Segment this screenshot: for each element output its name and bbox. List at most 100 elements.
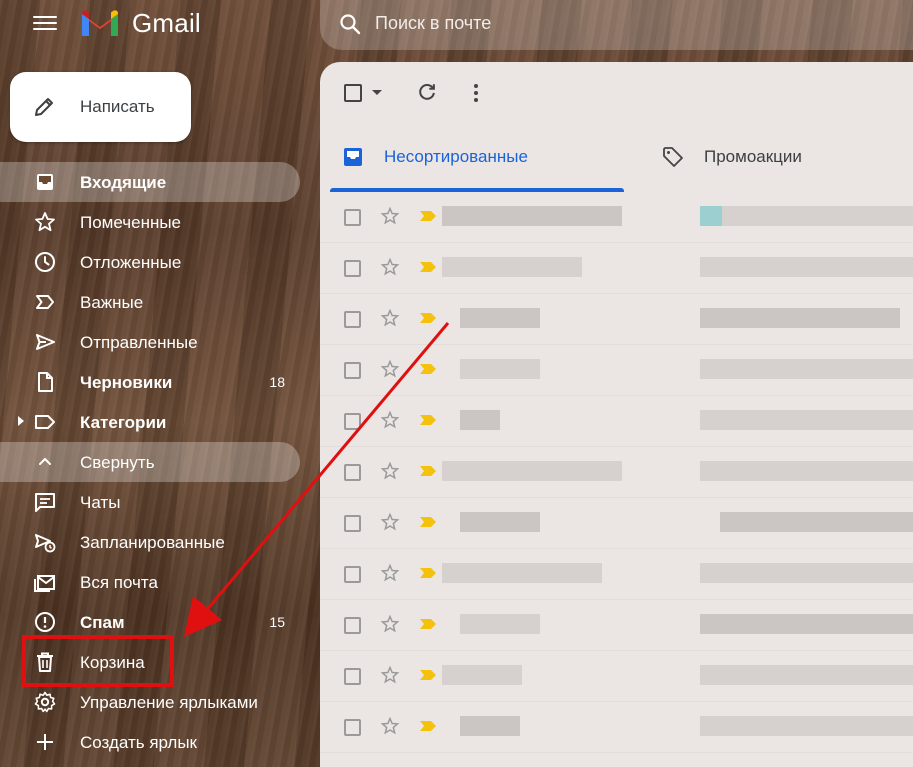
tab-primary[interactable]: Несортированные [330, 122, 624, 192]
sidebar-item-chats[interactable]: Чаты [0, 482, 300, 522]
important-marker-icon[interactable] [420, 313, 436, 323]
tab-label: Несортированные [384, 147, 528, 166]
sidebar-item-label: Создать ярлык [80, 733, 197, 752]
sidebar-item-label: Чаты [80, 493, 121, 512]
email-row[interactable] [320, 396, 913, 447]
gmail-logo[interactable]: Gmail [80, 6, 201, 40]
email-row[interactable] [320, 294, 913, 345]
row-checkbox[interactable] [344, 260, 361, 277]
email-row[interactable] [320, 651, 913, 702]
important-marker-icon[interactable] [420, 670, 436, 680]
main-menu-button[interactable] [33, 12, 57, 36]
tag-icon [663, 147, 683, 167]
star-icon[interactable] [380, 206, 400, 226]
unread-count: 15 [269, 614, 285, 630]
row-checkbox[interactable] [344, 668, 361, 685]
spam-icon [35, 612, 55, 632]
email-row[interactable] [320, 753, 913, 767]
row-checkbox[interactable] [344, 719, 361, 736]
row-checkbox[interactable] [344, 515, 361, 532]
important-marker-icon[interactable] [420, 364, 436, 374]
more-vert-icon[interactable] [470, 82, 482, 104]
select-dropdown-icon[interactable] [372, 90, 382, 95]
chevron-up-icon [39, 458, 51, 465]
sidebar-item-label: Черновики [80, 373, 173, 392]
sidebar-item-label: Свернуть [80, 453, 155, 472]
sidebar-item-important[interactable]: Важные [0, 282, 300, 322]
row-checkbox[interactable] [344, 209, 361, 226]
search-bar[interactable]: Поиск в почте [320, 0, 913, 50]
important-marker-icon[interactable] [420, 211, 436, 221]
chat-icon [35, 493, 55, 512]
refresh-icon[interactable] [416, 81, 438, 103]
star-icon [35, 212, 55, 232]
important-marker-icon[interactable] [420, 568, 436, 578]
sidebar-item-create-label[interactable]: Создать ярлык [0, 722, 300, 762]
sidebar-item-label: Запланированные [80, 533, 225, 552]
row-checkbox[interactable] [344, 362, 361, 379]
star-icon[interactable] [380, 308, 400, 328]
search-icon[interactable] [338, 12, 362, 36]
sidebar-item-sent[interactable]: Отправленные [0, 322, 300, 362]
sidebar-item-inbox[interactable]: Входящие [0, 162, 300, 202]
star-icon[interactable] [380, 614, 400, 634]
important-marker-icon[interactable] [420, 517, 436, 527]
sidebar-item-starred[interactable]: Помеченные [0, 202, 300, 242]
email-row[interactable] [320, 192, 913, 243]
email-list [320, 192, 913, 767]
inbox-icon [37, 174, 53, 190]
email-row[interactable] [320, 549, 913, 600]
star-icon[interactable] [380, 512, 400, 532]
star-icon[interactable] [380, 410, 400, 430]
row-checkbox[interactable] [344, 311, 361, 328]
gear-icon [34, 691, 56, 713]
row-checkbox[interactable] [344, 464, 361, 481]
star-icon[interactable] [380, 461, 400, 481]
sidebar-item-label: Спам [80, 613, 125, 632]
compose-button[interactable]: Написать [10, 72, 191, 142]
sidebar-item-label: Категории [80, 413, 167, 432]
star-icon[interactable] [380, 665, 400, 685]
search-input[interactable]: Поиск в почте [375, 13, 491, 34]
scheduled-send-icon [35, 534, 56, 553]
sidebar-item-snoozed[interactable]: Отложенные [0, 242, 300, 282]
sidebar-item-scheduled[interactable]: Запланированные [0, 522, 300, 562]
label-icon [35, 415, 55, 429]
sidebar-item-all-mail[interactable]: Вся почта [0, 562, 300, 602]
star-icon[interactable] [380, 359, 400, 379]
unread-count: 18 [269, 374, 285, 390]
all-mail-icon [34, 575, 55, 592]
email-row[interactable] [320, 243, 913, 294]
important-marker-icon[interactable] [420, 466, 436, 476]
select-all-checkbox[interactable] [344, 84, 362, 102]
clock-icon [35, 252, 55, 272]
tab-promotions[interactable]: Промоакции [650, 122, 910, 192]
row-checkbox[interactable] [344, 617, 361, 634]
toolbar [320, 62, 913, 122]
important-marker-icon[interactable] [420, 619, 436, 629]
star-icon[interactable] [380, 716, 400, 736]
sidebar-item-label: Отправленные [80, 333, 198, 352]
expand-arrow-icon[interactable] [18, 416, 24, 426]
important-icon [36, 295, 54, 309]
sidebar-item-label: Вся почта [80, 573, 158, 592]
important-marker-icon[interactable] [420, 262, 436, 272]
important-marker-icon[interactable] [420, 415, 436, 425]
star-icon[interactable] [380, 257, 400, 277]
important-marker-icon[interactable] [420, 721, 436, 731]
star-icon[interactable] [380, 563, 400, 583]
send-icon [36, 334, 55, 350]
email-row[interactable] [320, 702, 913, 753]
row-checkbox[interactable] [344, 566, 361, 583]
email-row[interactable] [320, 345, 913, 396]
sidebar-item-categories[interactable]: Категории [0, 402, 300, 442]
sidebar-item-label: Помеченные [80, 213, 182, 232]
email-row[interactable] [320, 600, 913, 651]
sidebar-item-collapse[interactable]: Свернуть [0, 442, 300, 482]
pencil-icon [35, 98, 53, 116]
email-row[interactable] [320, 447, 913, 498]
sidebar-item-manage-labels[interactable]: Управление ярлыками [0, 682, 300, 722]
email-row[interactable] [320, 498, 913, 549]
sidebar-item-drafts[interactable]: Черновики 18 [0, 362, 300, 402]
row-checkbox[interactable] [344, 413, 361, 430]
